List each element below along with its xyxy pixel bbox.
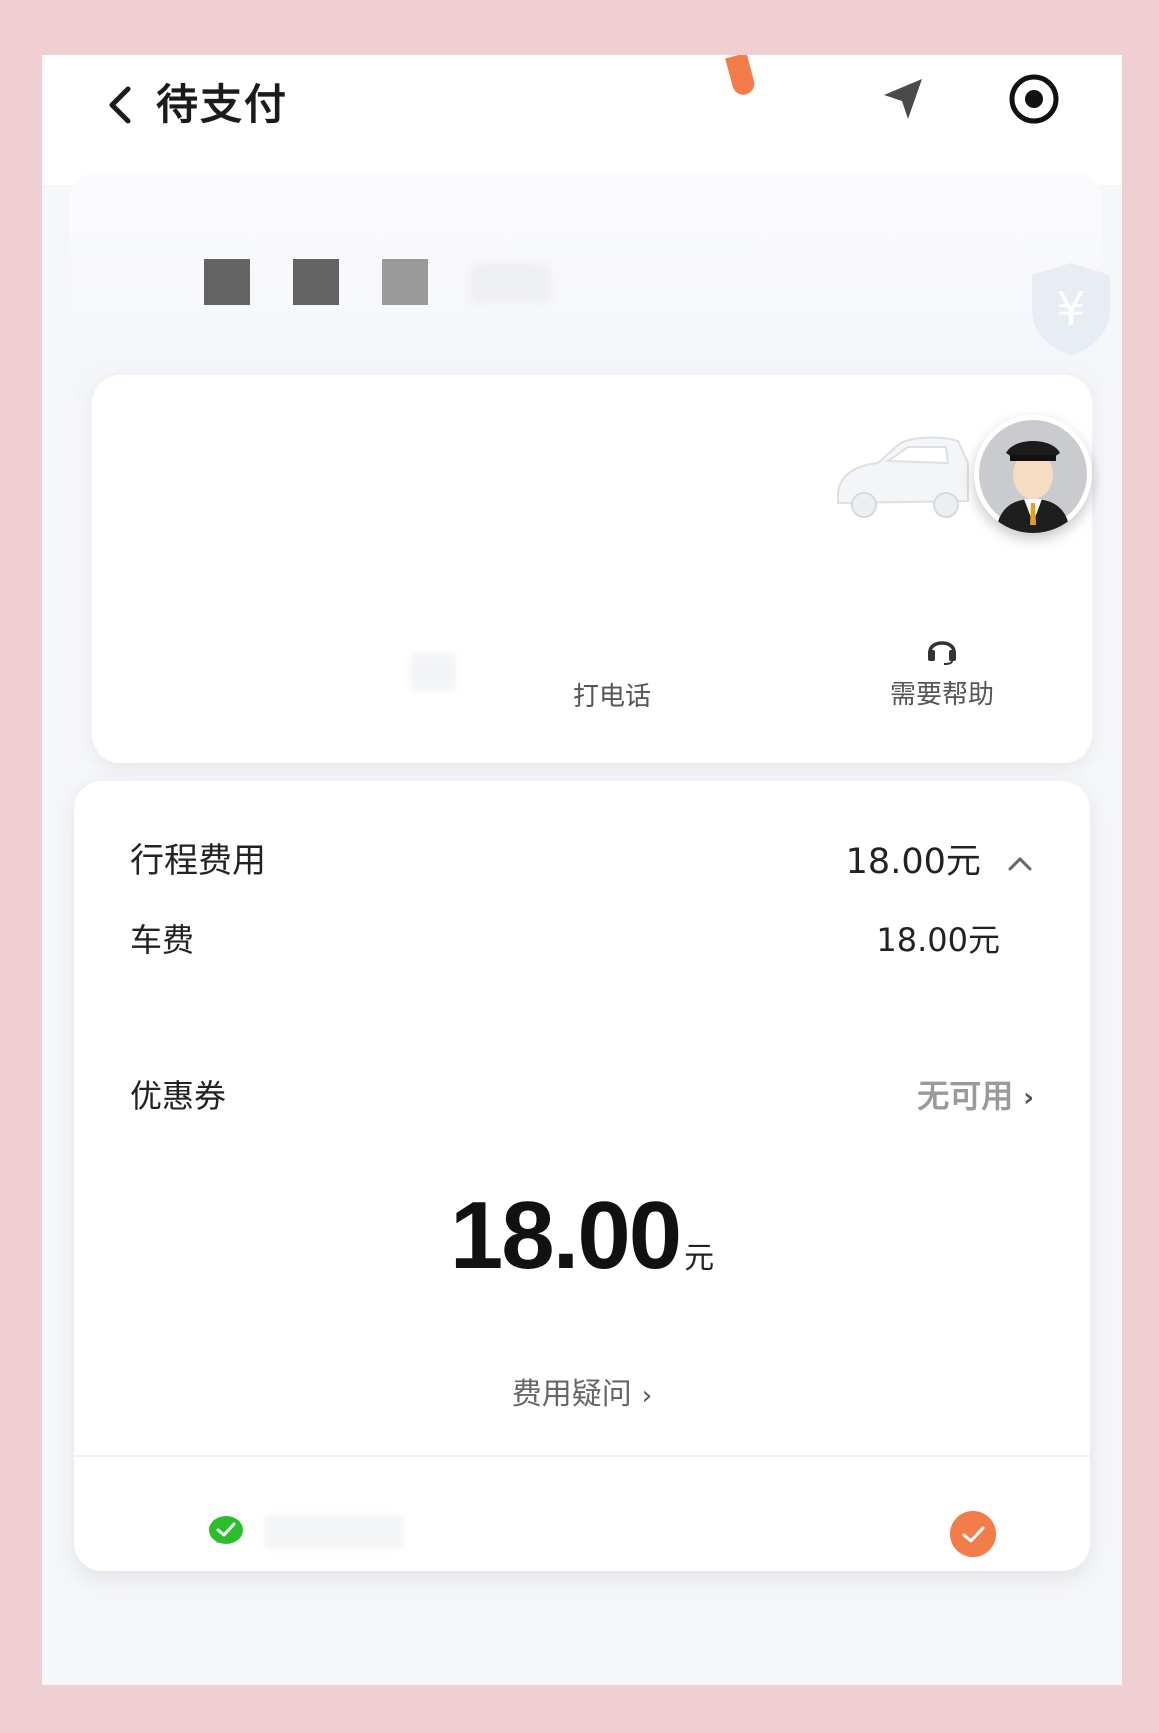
call-button[interactable]: 打电话 [537,630,687,713]
headset-icon [928,641,956,665]
target-button[interactable] [1004,69,1064,129]
car-illustration [837,436,969,518]
page-title: 待支付 [156,80,289,129]
driver-avatar-icon [979,420,1087,533]
navigate-button[interactable] [876,73,930,127]
check-circle-icon[interactable] [950,1511,996,1557]
chevron-up-icon [1008,856,1032,871]
help-button[interactable]: 需要帮助 [852,630,1032,711]
help-label: 需要帮助 [889,680,994,710]
driver-avatar[interactable] [974,415,1092,533]
back-button[interactable] [92,75,152,135]
trip-fee-label: 行程费用 [130,841,266,881]
top-bar: 待支付 [42,55,1122,185]
target-icon [1009,74,1059,124]
chevron-left-icon [109,86,131,124]
plate-redacted-block [382,259,428,305]
trip-fee-value: 18.00元 [846,833,1034,884]
total-amount: 18.00 [449,1182,682,1289]
total-unit: 元 [684,1241,715,1276]
coupon-status: 无可用 [917,1077,1014,1115]
yuan-shield-icon: ¥ [1032,263,1110,355]
plate-redacted-block [204,259,250,305]
driver-card: 打电话 需要帮助 [92,375,1092,763]
plate-redacted-block [293,259,339,305]
chevron-right-icon: › [1023,1083,1034,1113]
fee-question-link[interactable]: 费用疑问 › [74,1369,1090,1413]
fee-question-label: 费用疑问 [511,1377,632,1412]
coupon-label: 优惠券 [130,1077,227,1115]
svg-text:¥: ¥ [1056,282,1085,336]
total-amount-block: 18.00 元 [74,1181,1090,1291]
coupon-value: 无可用 › [917,1071,1034,1117]
app-screen: 待支付 ¥ 打电话 需要帮助 行程费用 18.00元 车费 18.00元 优惠券… [42,55,1122,1685]
blurred-icon [410,653,456,691]
wechat-pay-icon[interactable] [206,1511,246,1551]
blurred-payment-text [264,1515,404,1549]
car-fee-label: 车费 [130,921,195,959]
car-fee-value: 18.00元 [876,921,1000,959]
orange-marker [725,55,757,98]
call-label: 打电话 [572,682,651,712]
vehicle-info-card: ¥ [70,173,1110,403]
divider [74,1455,1090,1457]
chevron-right-icon: › [641,1380,653,1411]
fee-card: 行程费用 18.00元 车费 18.00元 优惠券 无可用 › 18.00 元 费用… [74,781,1090,1571]
navigation-arrow-icon [884,79,922,119]
trip-fee-amount: 18.00元 [845,842,981,882]
blurred-text [470,263,550,303]
